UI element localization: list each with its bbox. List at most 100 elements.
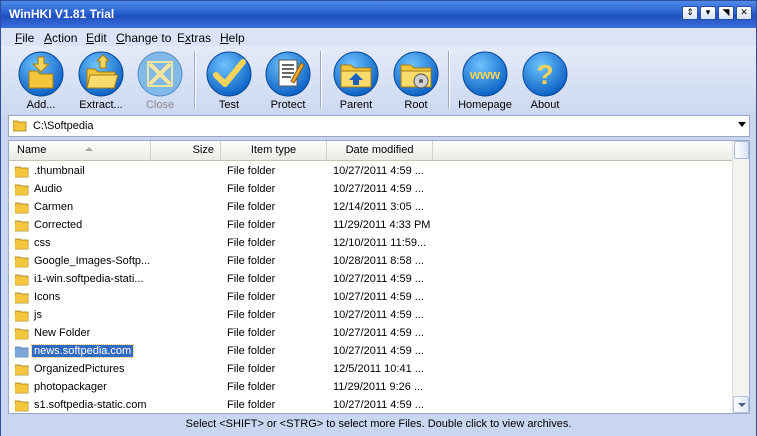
file-date: 11/29/2011 9:26 ... bbox=[333, 381, 424, 393]
file-date: 10/27/2011 4:59 ... bbox=[333, 165, 424, 177]
file-date: 12/14/2011 3:05 ... bbox=[333, 201, 424, 213]
table-row[interactable]: photopackager File folder 11/29/2011 9:26 … bbox=[9, 379, 733, 397]
www-icon-text: www bbox=[469, 67, 501, 82]
folder-icon bbox=[15, 274, 29, 286]
file-type: File folder bbox=[227, 291, 276, 303]
root-button[interactable]: Root bbox=[384, 49, 448, 113]
file-list[interactable]: Name Size Item type Date modified .thumb… bbox=[8, 140, 750, 414]
file-type: File folder bbox=[227, 237, 276, 249]
extract-archive-icon bbox=[78, 51, 124, 97]
table-row[interactable]: js File folder 10/27/2011 4:59 ... bbox=[9, 307, 733, 325]
question-icon: ? bbox=[522, 51, 568, 97]
folder-icon bbox=[15, 382, 29, 394]
file-name: .thumbnail bbox=[34, 165, 85, 177]
folder-icon bbox=[15, 256, 29, 268]
table-row[interactable]: Audio File folder 10/27/2011 4:59 ... bbox=[9, 181, 733, 199]
toolbar-separator bbox=[320, 51, 322, 109]
folder-icon bbox=[13, 120, 27, 132]
column-header-size[interactable]: Size bbox=[151, 141, 221, 161]
sort-icon[interactable]: ⇕ bbox=[682, 6, 698, 20]
table-row[interactable]: Carmen File folder 12/14/2011 3:05 ... bbox=[9, 199, 733, 217]
parent-button[interactable]: Parent bbox=[324, 49, 388, 113]
checkmark-icon bbox=[206, 51, 252, 97]
window-title: WinHKI V1.81 Trial bbox=[9, 7, 115, 21]
list-header: Name Size Item type Date modified bbox=[9, 141, 733, 161]
column-header-date-modified[interactable]: Date modified bbox=[327, 141, 433, 161]
homepage-button[interactable]: www Homepage bbox=[453, 49, 517, 113]
folder-icon bbox=[15, 166, 29, 178]
menu-extras[interactable]: Extras bbox=[177, 31, 211, 45]
file-date: 10/27/2011 4:59 ... bbox=[333, 183, 424, 195]
table-row[interactable]: .thumbnail File folder 10/27/2011 4:59 ... bbox=[9, 163, 733, 181]
file-name: Google_Images-Softp... bbox=[34, 255, 151, 267]
file-date: 11/29/2011 4:33 PM bbox=[333, 219, 431, 231]
file-date: 10/27/2011 4:59 ... bbox=[333, 399, 424, 411]
current-path: C:\Softpedia bbox=[33, 120, 94, 132]
close-button[interactable]: ✕ bbox=[736, 6, 752, 20]
toolbar: Add... Extract... Close Test Protect Par… bbox=[1, 46, 756, 114]
file-name: Audio bbox=[34, 183, 63, 195]
folder-icon bbox=[15, 202, 29, 214]
vertical-scrollbar[interactable] bbox=[732, 141, 749, 413]
file-name: css bbox=[34, 237, 51, 249]
toolbar-separator bbox=[194, 51, 196, 109]
menu-edit[interactable]: Edit bbox=[86, 31, 107, 45]
protect-button[interactable]: Protect bbox=[256, 49, 320, 113]
table-row[interactable]: Google_Images-Softp... File folder 10/28/2… bbox=[9, 253, 733, 271]
file-name: New Folder bbox=[34, 327, 91, 339]
parent-folder-icon bbox=[333, 51, 379, 97]
file-name: Icons bbox=[34, 291, 61, 303]
www-icon: www bbox=[462, 51, 508, 97]
scroll-down-button[interactable] bbox=[733, 396, 749, 413]
file-type: File folder bbox=[227, 273, 276, 285]
folder-icon bbox=[15, 184, 29, 196]
table-row[interactable]: s1.softpedia-static.com File folder 10/27/… bbox=[9, 397, 733, 413]
question-icon-text: ? bbox=[536, 59, 553, 90]
test-button[interactable]: Test bbox=[197, 49, 261, 113]
menu-bar: File Action Edit Change to Extras Help bbox=[1, 28, 756, 46]
path-combobox[interactable]: C:\Softpedia bbox=[8, 115, 750, 137]
menu-action[interactable]: Action bbox=[44, 31, 77, 45]
file-name: news.softpedia.com bbox=[30, 344, 135, 358]
file-type: File folder bbox=[227, 309, 276, 321]
file-type: File folder bbox=[227, 381, 276, 393]
file-name: s1.softpedia-static.com bbox=[34, 399, 147, 411]
folder-icon bbox=[15, 238, 29, 250]
table-row[interactable]: Icons File folder 10/27/2011 4:59 ... bbox=[9, 289, 733, 307]
file-date: 12/5/2011 10:41 ... bbox=[333, 363, 424, 375]
extract-button[interactable]: Extract... bbox=[69, 49, 133, 113]
table-row[interactable]: New Folder File folder 10/27/2011 4:59 ... bbox=[9, 325, 733, 343]
add-archive-icon bbox=[18, 51, 64, 97]
protect-document-icon bbox=[265, 51, 311, 97]
about-button[interactable]: ? About bbox=[513, 49, 577, 113]
scrollbar-thumb[interactable] bbox=[734, 141, 749, 159]
folder-icon bbox=[15, 400, 29, 412]
window-controls: ⇕ ▾ ◥ ✕ bbox=[682, 6, 752, 20]
table-row[interactable]: OrganizedPictures File folder 12/5/2011 10… bbox=[9, 361, 733, 379]
folder-icon bbox=[15, 364, 29, 376]
table-row[interactable]: css File folder 12/10/2011 11:59... bbox=[9, 235, 733, 253]
table-row[interactable]: news.softpedia.com File folder 10/27/2011 … bbox=[9, 343, 733, 361]
title-bar[interactable]: WinHKI V1.81 Trial ⇕ ▾ ◥ ✕ bbox=[1, 1, 756, 28]
minimize-button[interactable]: ▾ bbox=[700, 6, 716, 20]
root-folder-icon bbox=[393, 51, 439, 97]
menu-help[interactable]: Help bbox=[220, 31, 245, 45]
status-bar: Select <SHIFT> or <STRG> to select more … bbox=[1, 415, 756, 436]
app-window: WinHKI V1.81 Trial ⇕ ▾ ◥ ✕ File Action E… bbox=[0, 0, 757, 436]
file-name: i1-win.softpedia-stati... bbox=[34, 273, 144, 285]
column-header-name[interactable]: Name bbox=[9, 141, 151, 161]
file-type: File folder bbox=[227, 219, 276, 231]
menu-file[interactable]: File bbox=[15, 31, 34, 45]
folder-icon bbox=[15, 346, 29, 358]
folder-icon bbox=[15, 292, 29, 304]
arrow-down-icon bbox=[738, 403, 746, 407]
restore-button[interactable]: ◥ bbox=[718, 6, 734, 20]
file-date: 10/27/2011 4:59 ... bbox=[333, 291, 424, 303]
add-button[interactable]: Add... bbox=[9, 49, 73, 113]
menu-change-to[interactable]: Change to bbox=[116, 31, 171, 45]
column-header-item-type[interactable]: Item type bbox=[221, 141, 327, 161]
close-archive-button[interactable]: Close bbox=[128, 49, 192, 113]
table-row[interactable]: Corrected File folder 11/29/2011 4:33 PM bbox=[9, 217, 733, 235]
chevron-down-icon[interactable] bbox=[738, 122, 746, 127]
table-row[interactable]: i1-win.softpedia-stati... File folder 10/2… bbox=[9, 271, 733, 289]
